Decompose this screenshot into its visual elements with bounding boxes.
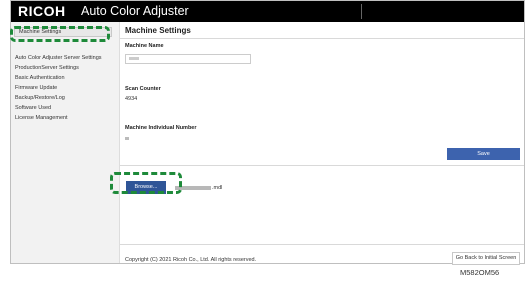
highlight-machine-settings [10, 26, 110, 42]
save-button[interactable]: Save [447, 148, 520, 160]
sidebar-item-backup-restore-log[interactable]: Backup/Restore/Log [15, 95, 65, 101]
title-divider [120, 38, 524, 39]
selected-file-name: .mdl [175, 185, 222, 191]
sidebar-item-license-management[interactable]: License Management [15, 115, 68, 121]
sidebar-item-productionserver-settings[interactable]: ProductionServer Settings [15, 65, 79, 71]
copyright-text: Copyright (C) 2021 Ricoh Co., Ltd. All r… [125, 257, 257, 263]
go-back-to-initial-screen-button[interactable]: Go Back to Initial Screen [452, 252, 520, 265]
machine-name-label: Machine Name [125, 43, 164, 49]
figure-id: M582OM56 [460, 268, 500, 277]
sidebar-item-auto-color-adjuster-server-settings[interactable]: Auto Color Adjuster Server Settings [15, 55, 102, 61]
sidebar-item-software-used[interactable]: Software Used [15, 105, 51, 111]
header-divider [361, 4, 362, 19]
scan-counter-label: Scan Counter [125, 86, 161, 92]
footer-divider [120, 244, 524, 245]
main-panel: Machine Settings Machine Name Scan Count… [120, 22, 524, 265]
machine-individual-number-value [125, 136, 129, 142]
machine-individual-number-label: Machine Individual Number [125, 125, 197, 131]
scan-counter-value: 4934 [125, 96, 138, 102]
page-title: Machine Settings [125, 26, 191, 35]
section-divider [120, 165, 524, 166]
sidebar-item-basic-authentication[interactable]: Basic Authentication [15, 75, 65, 81]
highlight-browse-button [110, 172, 182, 194]
brand-logo: RICOH [18, 3, 66, 19]
redacted-value [129, 57, 139, 60]
sidebar: Machine Settings Auto Color Adjuster Ser… [11, 22, 120, 263]
machine-name-field[interactable] [125, 54, 251, 64]
app-header: RICOH Auto Color Adjuster [11, 1, 524, 22]
app-title: Auto Color Adjuster [81, 4, 189, 18]
sidebar-item-firmware-update[interactable]: Firmware Update [15, 85, 57, 91]
file-extension: .mdl [212, 185, 223, 191]
